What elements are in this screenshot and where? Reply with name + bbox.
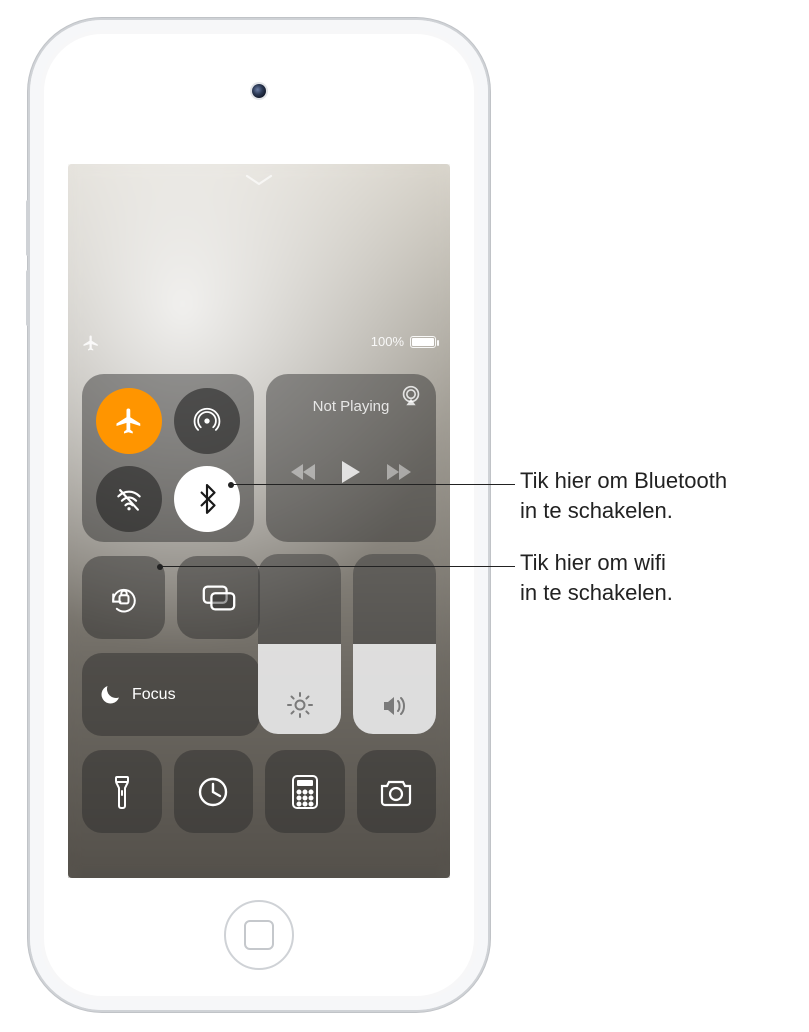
wifi-button[interactable]	[96, 466, 162, 532]
control-center: Not Playing	[82, 374, 436, 847]
media-playback-group[interactable]: Not Playing	[266, 374, 436, 542]
chevron-down-icon[interactable]	[245, 174, 273, 188]
screen: 100%	[68, 164, 450, 878]
airplay-icon[interactable]	[398, 384, 424, 408]
brightness-slider[interactable]	[258, 554, 341, 734]
focus-label: Focus	[132, 686, 176, 704]
forward-button[interactable]	[385, 462, 411, 482]
home-button[interactable]	[224, 900, 294, 970]
bluetooth-button[interactable]	[174, 466, 240, 532]
timer-button[interactable]	[174, 750, 254, 833]
airdrop-button[interactable]	[174, 388, 240, 454]
side-button	[26, 200, 30, 256]
side-button	[26, 270, 30, 326]
device-frame: 100%	[30, 20, 488, 1010]
connectivity-group[interactable]	[82, 374, 254, 542]
volume-slider[interactable]	[353, 554, 436, 734]
brightness-icon	[287, 692, 313, 718]
play-button[interactable]	[340, 459, 362, 485]
callout-wifi: Tik hier om wifiin te schakelen.	[520, 548, 673, 607]
calculator-button[interactable]	[265, 750, 345, 833]
battery-text: 100%	[371, 334, 404, 349]
volume-icon	[381, 694, 409, 718]
camera-icon	[252, 84, 266, 98]
moon-icon	[98, 683, 122, 707]
airplane-mode-button[interactable]	[96, 388, 162, 454]
callout-line	[160, 566, 515, 567]
screen-mirroring-button[interactable]	[177, 556, 260, 639]
flashlight-button[interactable]	[82, 750, 162, 833]
rewind-button[interactable]	[291, 462, 317, 482]
orientation-lock-button[interactable]	[82, 556, 165, 639]
focus-button[interactable]: Focus	[82, 653, 260, 736]
callout-bluetooth: Tik hier om Bluetoothin te schakelen.	[520, 466, 727, 525]
callout-line	[231, 484, 515, 485]
airplane-status-icon	[82, 334, 100, 352]
camera-button[interactable]	[357, 750, 437, 833]
battery-icon	[410, 336, 436, 348]
